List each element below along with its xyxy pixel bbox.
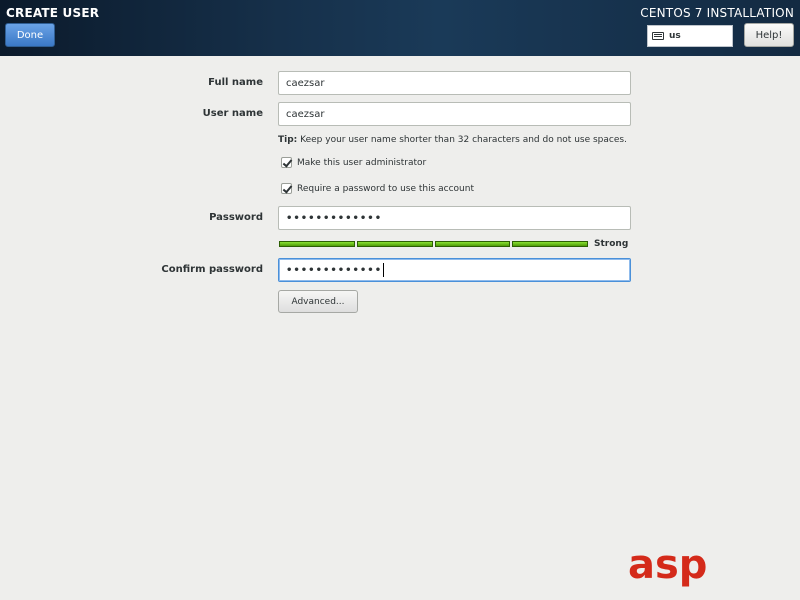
top-header-bar: CREATE USER Done CENTOS 7 INSTALLATION u…	[0, 0, 800, 56]
confirm-password-label: Confirm password	[161, 264, 263, 275]
keyboard-icon	[652, 32, 664, 40]
require-password-checkbox-row[interactable]: Require a password to use this account	[281, 183, 474, 194]
keyboard-layout-indicator[interactable]: us	[647, 25, 733, 47]
keyboard-layout-label: us	[669, 31, 681, 41]
watermark-text: asp	[628, 542, 708, 588]
tip-prefix: Tip:	[278, 135, 298, 145]
watermark-logo: asp	[628, 542, 798, 598]
password-strength-meter	[279, 241, 588, 247]
strength-segment	[279, 241, 355, 247]
confirm-password-field[interactable]: •••••••••••••	[278, 258, 631, 282]
installer-title: CENTOS 7 INSTALLATION	[640, 6, 794, 20]
tip-text: Keep your user name shorter than 32 char…	[300, 135, 627, 145]
spoke-title: CREATE USER	[6, 6, 100, 20]
advanced-button[interactable]: Advanced...	[278, 290, 358, 313]
strength-value-label: Strong	[594, 239, 629, 249]
require-password-checkbox[interactable]	[281, 183, 292, 194]
password-label: Password	[209, 212, 263, 223]
password-field[interactable]: •••••••••••••	[278, 206, 631, 230]
full-name-label: Full name	[208, 77, 263, 88]
full-name-value: caezsar	[286, 77, 325, 89]
user-name-field[interactable]: caezsar	[278, 102, 631, 126]
done-button[interactable]: Done	[5, 23, 55, 47]
admin-checkbox-label[interactable]: Make this user administrator	[297, 158, 426, 168]
admin-checkbox[interactable]	[281, 157, 292, 168]
confirm-password-masked-value: •••••••••••••	[286, 264, 383, 276]
help-button[interactable]: Help!	[744, 23, 794, 47]
require-password-checkbox-label[interactable]: Require a password to use this account	[297, 184, 474, 194]
full-name-field[interactable]: caezsar	[278, 71, 631, 95]
admin-checkbox-row[interactable]: Make this user administrator	[281, 157, 426, 168]
user-name-value: caezsar	[286, 108, 325, 120]
strength-segment	[434, 241, 511, 247]
strength-segment	[512, 241, 588, 247]
password-masked-value: •••••••••••••	[286, 212, 383, 224]
username-tip: Tip: Keep your user name shorter than 32…	[278, 135, 627, 145]
user-name-label: User name	[202, 108, 263, 119]
strength-segment	[356, 241, 433, 247]
text-cursor	[383, 263, 385, 277]
